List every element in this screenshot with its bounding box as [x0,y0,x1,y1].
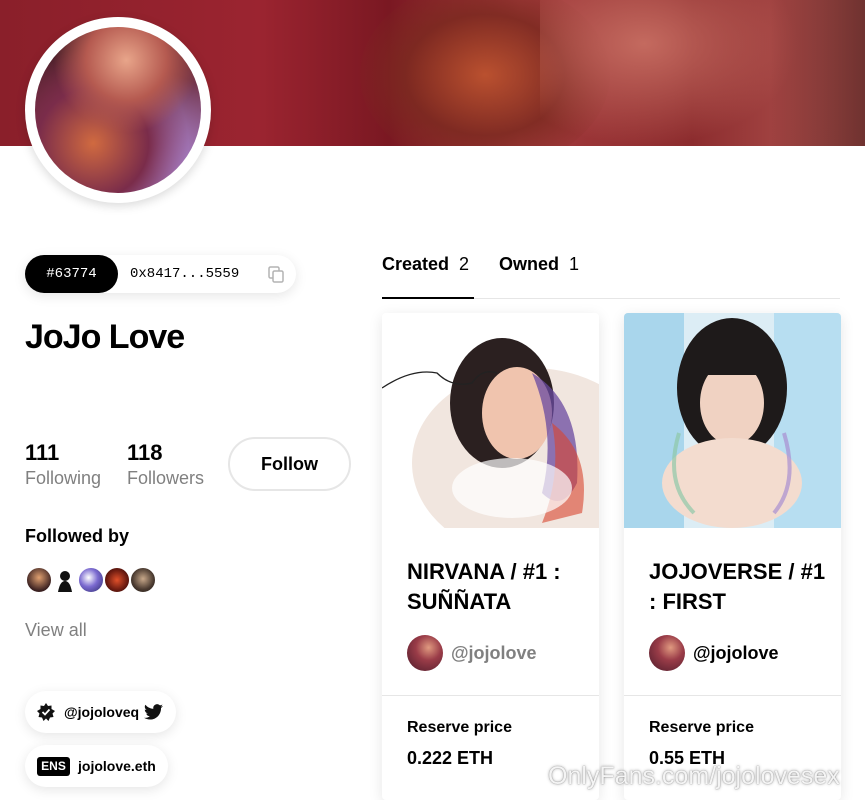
card-title[interactable]: NIRVANA / #1 : SUÑÑATA [407,557,587,617]
follower-avatar[interactable] [25,566,53,594]
tab-created[interactable]: Created 2 [382,254,469,299]
verified-badge-icon [37,703,55,721]
followed-by-avatars [25,566,165,594]
active-tab-indicator [382,297,474,299]
follower-avatar[interactable] [103,566,131,594]
reserve-price-label: Reserve price [649,719,754,736]
tab-owned-count: 1 [569,254,580,274]
profile-name: JoJo Love [25,318,185,356]
twitter-link[interactable]: @jojoloveq [25,691,176,733]
card-divider [624,695,841,696]
artwork-image [624,313,841,528]
id-badge: #63774 [25,255,118,293]
follow-button[interactable]: Follow [228,437,351,491]
artwork-image [382,313,599,528]
following-label: Following [25,468,102,488]
followers-count: 118 [127,440,163,465]
followed-by-heading: Followed by [25,526,130,546]
followers-stat[interactable]: 118 Followers [127,440,204,489]
ens-badge: ENS [37,757,70,776]
tab-owned[interactable]: Owned 1 [499,254,579,299]
watermark-text: OnlyFans.com/jojolovesex [548,762,840,790]
avatar-image [35,27,201,193]
card-divider [382,695,599,696]
ens-name: jojolove.eth [78,758,156,774]
following-stat[interactable]: 111 Following [25,440,101,489]
nft-card[interactable]: JOJOVERSE / #1 : FIRST @jojolove Reserve… [624,313,841,800]
following-count: 111 [25,440,60,465]
creator-handle: @jojolove [693,643,779,663]
creator-avatar [407,635,443,671]
reserve-price-label: Reserve price [407,719,512,736]
follower-avatar[interactable] [129,566,157,594]
follower-avatar[interactable] [77,566,105,594]
creator-handle: @jojolove [451,643,537,663]
profile-tabs: Created 2 Owned 1 [382,254,840,299]
ens-link[interactable]: ENS jojolove.eth [25,745,168,787]
followers-label: Followers [127,468,205,488]
nft-card[interactable]: NIRVANA / #1 : SUÑÑATA @jojolove Reserve… [382,313,599,800]
profile-avatar [25,17,211,203]
tab-owned-label: Owned [499,254,560,274]
copy-icon[interactable] [268,266,284,283]
tab-created-label: Created [382,254,450,274]
twitter-icon [144,704,163,720]
twitter-handle: @jojoloveq [64,704,140,720]
reserve-price-value: 0.222 ETH [407,748,494,768]
view-all-link[interactable]: View all [25,620,87,641]
id-address-pill: #63774 0x8417...5559 [25,255,296,293]
wallet-address: 0x8417...5559 [130,266,240,282]
tab-created-count: 2 [459,254,470,274]
creator-avatar [649,635,685,671]
card-title[interactable]: JOJOVERSE / #1 : FIRST [649,557,829,617]
follower-avatar[interactable] [51,566,79,594]
